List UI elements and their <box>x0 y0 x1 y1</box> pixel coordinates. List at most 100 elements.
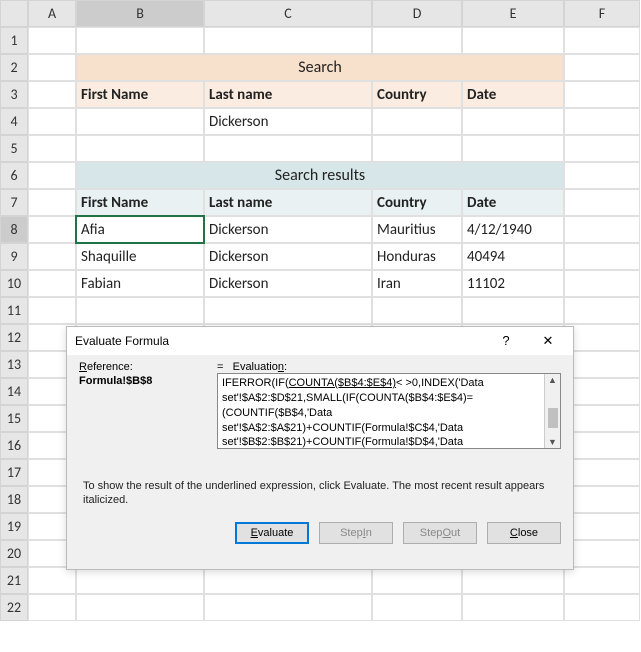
formula-pre: IFERROR(IF( <box>222 377 289 389</box>
col-hdr-F[interactable]: F <box>564 0 640 27</box>
row-hdr-11[interactable]: 11 <box>0 297 28 324</box>
cell-B9[interactable]: Shaquille <box>76 243 204 270</box>
cell-B1[interactable] <box>76 27 204 54</box>
row-hdr-1[interactable]: 1 <box>0 27 28 54</box>
cell-D8[interactable]: Mauritius <box>372 216 462 243</box>
row-hdr-9[interactable]: 9 <box>0 243 28 270</box>
dialog-hint: To show the result of the underlined exp… <box>79 479 561 508</box>
cell-D1[interactable] <box>372 27 462 54</box>
evaluate-formula-dialog: Evaluate Formula ? ✕ Reference: Formula!… <box>66 326 574 570</box>
cell-C1[interactable] <box>204 27 372 54</box>
scroll-down-icon[interactable]: ▼ <box>548 436 557 448</box>
cell-D5[interactable] <box>372 135 462 162</box>
cell-A2[interactable] <box>28 54 76 81</box>
cell-A4[interactable] <box>28 108 76 135</box>
cell-D10[interactable]: Iran <box>372 270 462 297</box>
cell-C8[interactable]: Dickerson <box>204 216 372 243</box>
select-all-corner[interactable] <box>0 0 28 27</box>
cell-C9[interactable]: Dickerson <box>204 243 372 270</box>
cell-E5[interactable] <box>462 135 564 162</box>
cell-B5[interactable] <box>76 135 204 162</box>
cell-C10[interactable]: Dickerson <box>204 270 372 297</box>
results-hdr-date[interactable]: Date <box>462 189 564 216</box>
cell-F9[interactable] <box>564 243 640 270</box>
row-hdr-2[interactable]: 2 <box>0 54 28 81</box>
row-hdr-21[interactable]: 21 <box>0 567 28 594</box>
step-out-button[interactable]: Step Out <box>403 522 477 544</box>
cell-D9[interactable]: Honduras <box>372 243 462 270</box>
cell-B10[interactable]: Fabian <box>76 270 204 297</box>
search-hdr-last[interactable]: Last name <box>204 81 372 108</box>
col-hdr-D[interactable]: D <box>372 0 462 27</box>
row-hdr-7[interactable]: 7 <box>0 189 28 216</box>
results-title[interactable]: Search results <box>76 162 564 189</box>
cell-F7[interactable] <box>564 189 640 216</box>
scroll-up-icon[interactable]: ▲ <box>548 374 557 386</box>
col-hdr-A[interactable]: A <box>28 0 76 27</box>
row-hdr-5[interactable]: 5 <box>0 135 28 162</box>
cell-A9[interactable] <box>28 243 76 270</box>
evaluate-button[interactable]: Evaluate <box>235 522 309 544</box>
cell-A5[interactable] <box>28 135 76 162</box>
reference-label: R <box>79 361 87 373</box>
search-last-input[interactable]: Dickerson <box>204 108 372 135</box>
cell-A6[interactable] <box>28 162 76 189</box>
search-title[interactable]: Search <box>76 54 564 81</box>
close-button[interactable]: Close <box>487 522 561 544</box>
row-hdr-22[interactable]: 22 <box>0 594 28 621</box>
results-hdr-last[interactable]: Last name <box>204 189 372 216</box>
evaluation-text[interactable]: IFERROR(IF(COUNTA($B$4:$E$4)< >0,INDEX('… <box>217 373 561 449</box>
row-hdr-6[interactable]: 6 <box>0 162 28 189</box>
help-button[interactable]: ? <box>489 333 523 349</box>
cell-A8[interactable] <box>28 216 76 243</box>
cell-A1[interactable] <box>28 27 76 54</box>
eval-scrollbar[interactable]: ▲ ▼ <box>544 374 560 448</box>
row-hdr-16[interactable]: 16 <box>0 432 28 459</box>
row-hdr-13[interactable]: 13 <box>0 351 28 378</box>
row-hdr-12[interactable]: 12 <box>0 324 28 351</box>
reference-value: Formula!$B$8 <box>79 373 207 387</box>
row-hdr-19[interactable]: 19 <box>0 513 28 540</box>
search-hdr-country[interactable]: Country <box>372 81 462 108</box>
search-first-input[interactable] <box>76 108 204 135</box>
cell-E8[interactable]: 4/12/1940 <box>462 216 564 243</box>
col-hdr-B[interactable]: B <box>76 0 204 27</box>
row-hdr-17[interactable]: 17 <box>0 459 28 486</box>
results-hdr-country[interactable]: Country <box>372 189 462 216</box>
cell-E10[interactable]: 11102 <box>462 270 564 297</box>
search-hdr-date[interactable]: Date <box>462 81 564 108</box>
row-hdr-8[interactable]: 8 <box>0 216 28 243</box>
cell-F10[interactable] <box>564 270 640 297</box>
cell-F6[interactable] <box>564 162 640 189</box>
row-hdr-18[interactable]: 18 <box>0 486 28 513</box>
row-hdr-15[interactable]: 15 <box>0 405 28 432</box>
step-in-button[interactable]: Step In <box>319 522 393 544</box>
search-country-input[interactable] <box>372 108 462 135</box>
row-hdr-20[interactable]: 20 <box>0 540 28 567</box>
cell-A10[interactable] <box>28 270 76 297</box>
cell-A7[interactable] <box>28 189 76 216</box>
cell-C5[interactable] <box>204 135 372 162</box>
col-hdr-E[interactable]: E <box>462 0 564 27</box>
row-hdr-4[interactable]: 4 <box>0 108 28 135</box>
cell-F2[interactable] <box>564 54 640 81</box>
cell-F1[interactable] <box>564 27 640 54</box>
row-hdr-10[interactable]: 10 <box>0 270 28 297</box>
cell-E1[interactable] <box>462 27 564 54</box>
dialog-titlebar[interactable]: Evaluate Formula ? ✕ <box>67 327 573 355</box>
cell-F8[interactable] <box>564 216 640 243</box>
cell-F4[interactable] <box>564 108 640 135</box>
cell-E9[interactable]: 40494 <box>462 243 564 270</box>
cell-B8-active[interactable]: Afia <box>76 216 204 243</box>
results-hdr-first[interactable]: First Name <box>76 189 204 216</box>
scroll-thumb[interactable] <box>548 408 558 428</box>
cell-F5[interactable] <box>564 135 640 162</box>
search-date-input[interactable] <box>462 108 564 135</box>
col-hdr-C[interactable]: C <box>204 0 372 27</box>
row-hdr-14[interactable]: 14 <box>0 378 28 405</box>
cell-F3[interactable] <box>564 81 640 108</box>
row-hdr-3[interactable]: 3 <box>0 81 28 108</box>
search-hdr-first[interactable]: First Name <box>76 81 204 108</box>
cell-A3[interactable] <box>28 81 76 108</box>
close-icon[interactable]: ✕ <box>531 333 565 349</box>
